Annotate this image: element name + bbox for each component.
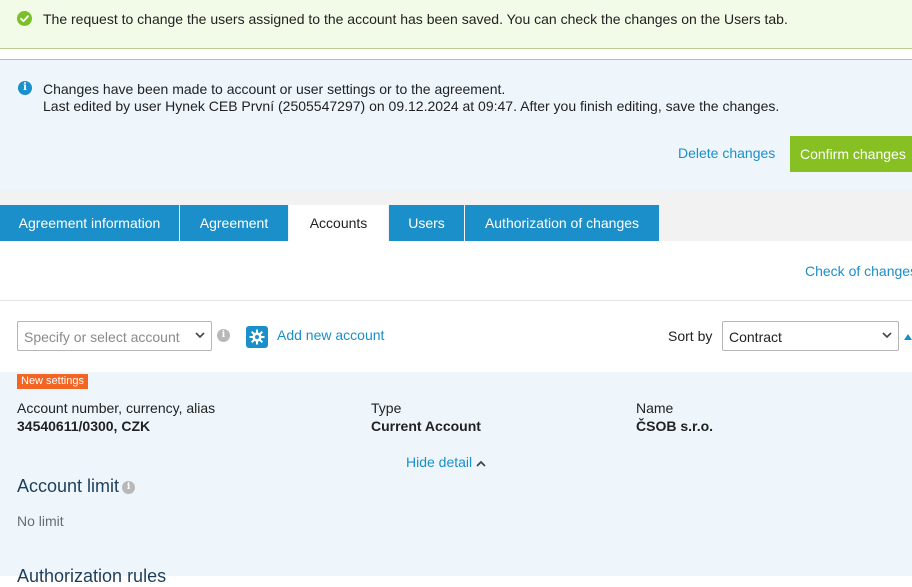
sort-direction-icon[interactable] (904, 333, 912, 341)
add-new-account-link[interactable]: Add new account (277, 327, 384, 343)
account-type-label: Type (371, 400, 402, 416)
check-of-changes-link[interactable]: Check of changes (805, 263, 912, 279)
gear-icon[interactable] (246, 326, 268, 348)
tab-authorization-of-changes[interactable]: Authorization of changes (465, 205, 659, 241)
tab-agreement[interactable]: Agreement (180, 205, 288, 241)
account-limit-title: Account limit (17, 476, 120, 496)
tab-agreement-information[interactable]: Agreement information (0, 205, 179, 241)
success-message: The request to change the users assigned… (43, 11, 788, 27)
confirm-changes-button[interactable]: Confirm changes (790, 136, 912, 172)
info-icon: i (18, 81, 32, 95)
tab-accounts[interactable]: Accounts (289, 205, 388, 241)
info-message-line2: Last edited by user Hynek CEB První (250… (43, 98, 780, 114)
hide-detail-link[interactable]: Hide detail (406, 454, 486, 470)
delete-changes-link[interactable]: Delete changes (678, 145, 775, 161)
sort-by-label: Sort by (668, 328, 713, 344)
divider (0, 300, 912, 301)
account-number-value: 34540611/0300, CZK (17, 418, 151, 434)
account-select[interactable]: Specify or select account (17, 321, 212, 351)
sort-select-value: Contract (729, 329, 782, 345)
authorization-rules-heading: Authorization rules (17, 566, 167, 586)
hide-detail-label: Hide detail (406, 454, 473, 470)
pending-changes-panel: i Changes have been made to account or u… (0, 59, 912, 193)
success-banner: The request to change the users assigned… (0, 0, 912, 49)
info-message-line1: Changes have been made to account or use… (43, 81, 506, 97)
account-limit-heading: Account limit i (17, 476, 136, 497)
check-circle-icon (17, 11, 32, 26)
chevron-down-icon (882, 332, 892, 339)
account-select-info-icon[interactable]: i (217, 329, 230, 342)
account-select-placeholder: Specify or select account (24, 329, 180, 345)
chevron-down-icon (195, 332, 205, 339)
account-limit-value: No limit (17, 513, 64, 529)
account-name-label: Name (636, 400, 674, 416)
account-number-label: Account number, currency, alias (17, 400, 216, 416)
account-name-value: ČSOB s.r.o. (636, 418, 714, 434)
new-settings-badge: New settings (17, 374, 88, 389)
chevron-up-icon (476, 460, 486, 467)
tab-users[interactable]: Users (389, 205, 464, 241)
account-limit-info-icon[interactable]: i (122, 480, 136, 494)
account-type-value: Current Account (371, 418, 481, 434)
sort-select[interactable]: Contract (722, 321, 899, 351)
